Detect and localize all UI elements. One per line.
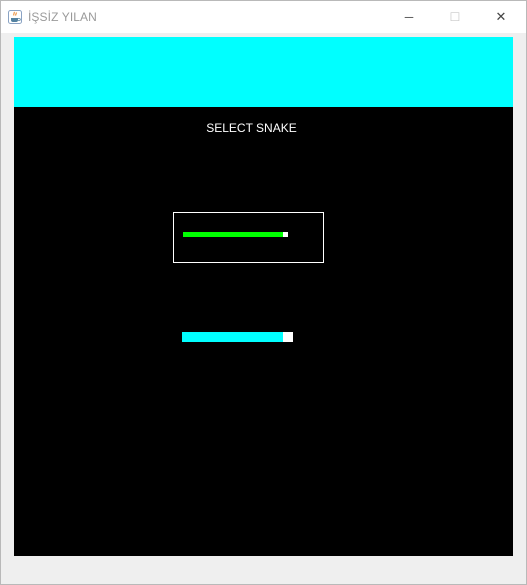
minimize-icon: ─	[404, 10, 414, 24]
title-bar[interactable]: İŞSİZ YILAN ─ ☐ ✕	[1, 1, 526, 33]
snake-option-green[interactable]	[173, 212, 324, 263]
window-title: İŞSİZ YILAN	[28, 10, 97, 24]
game-area[interactable]: SELECT SNAKE	[14, 107, 513, 556]
client-area: SELECT SNAKE	[14, 37, 513, 556]
app-window: İŞSİZ YILAN ─ ☐ ✕ SELECT SNAKE	[0, 0, 527, 585]
snake-option-cyan[interactable]	[173, 314, 324, 365]
snake-body-cyan	[182, 332, 283, 342]
window-bottom-frame	[1, 556, 526, 584]
close-button[interactable]: ✕	[478, 1, 524, 33]
close-icon: ✕	[495, 9, 507, 24]
maximize-icon: ☐	[449, 10, 461, 24]
java-cup-icon	[8, 10, 22, 24]
snake-head-green	[283, 232, 288, 237]
snake-head-cyan	[283, 332, 293, 342]
top-panel	[14, 37, 513, 107]
select-snake-heading: SELECT SNAKE	[206, 121, 297, 135]
minimize-button[interactable]: ─	[386, 1, 432, 33]
maximize-button[interactable]: ☐	[432, 1, 478, 33]
snake-body-green	[183, 232, 283, 237]
